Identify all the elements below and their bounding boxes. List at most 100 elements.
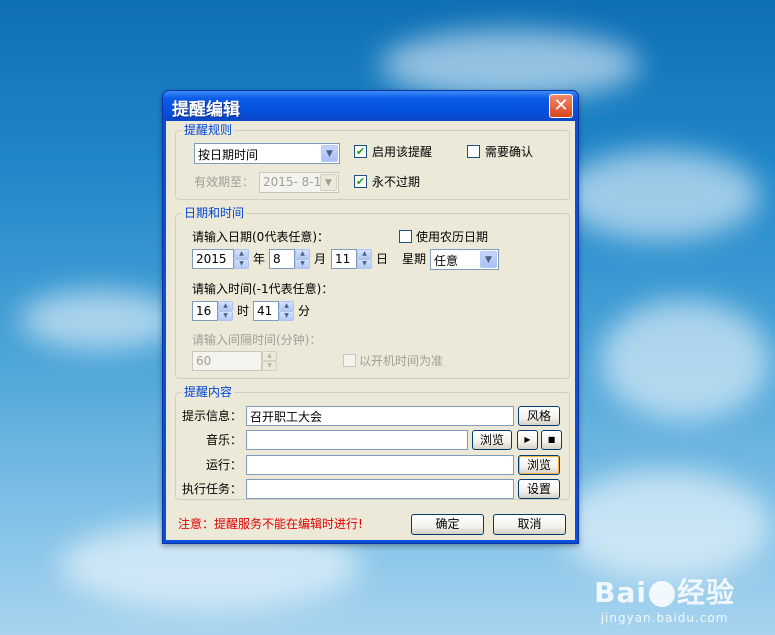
reminder-mode-value: 按日期时间 [198, 148, 259, 162]
weekday-select[interactable]: 任意 ▼ [430, 249, 499, 270]
content-group: 提醒内容 提示信息： 风格 音乐： 浏览 ▶ ■ 运行： 浏览 执行任务： 设置 [175, 385, 570, 500]
task-input[interactable] [247, 480, 513, 498]
cloud [600, 300, 770, 420]
run-browse-button[interactable]: 浏览 [518, 455, 560, 475]
spin-up-icon[interactable]: ▲ [218, 301, 233, 311]
enable-reminder-label[interactable]: 启用该提醒 [372, 144, 432, 160]
cloud [560, 150, 760, 240]
date-prompt-label: 请输入日期(0代表任意)： [192, 230, 329, 244]
month-spinner[interactable]: ▲ ▼ [295, 249, 310, 269]
spin-down-icon[interactable]: ▼ [234, 259, 249, 269]
close-button[interactable]: ✕ [549, 94, 573, 118]
run-input[interactable] [247, 456, 513, 474]
spin-up-icon[interactable]: ▲ [234, 249, 249, 259]
watermark-logo-right: 经验 [676, 576, 735, 609]
spin-up-icon[interactable]: ▲ [357, 249, 372, 259]
interval-input[interactable] [193, 352, 261, 370]
hour-unit-label: 时 [237, 304, 250, 318]
spin-down-icon[interactable]: ▼ [357, 259, 372, 269]
cloud [20, 290, 180, 350]
day-field[interactable] [331, 249, 357, 269]
hour-input[interactable] [193, 302, 217, 320]
year-field[interactable] [192, 249, 234, 269]
style-button[interactable]: 风格 [518, 406, 560, 426]
datetime-group: 日期和时间 请输入日期(0代表任意)： 使用农历日期 ▲▼ 年 ▲▼ 月 ▲▼ … [175, 206, 570, 379]
minute-spinner[interactable]: ▲ ▼ [279, 301, 294, 321]
day-spinner[interactable]: ▲ ▼ [357, 249, 372, 269]
dialog-title: 提醒编辑 [172, 100, 240, 120]
never-expire-label[interactable]: 永不过期 [372, 174, 420, 190]
need-confirm-checkbox[interactable] [467, 145, 480, 158]
spin-down-icon[interactable]: ▼ [279, 311, 294, 321]
hour-field[interactable] [192, 301, 218, 321]
spin-down-icon[interactable]: ▼ [262, 361, 277, 371]
day-input[interactable] [332, 250, 356, 268]
year-input[interactable] [193, 250, 233, 268]
lunar-date-label[interactable]: 使用农历日期 [416, 229, 488, 245]
stop-icon: ■ [547, 435, 556, 444]
rules-group: 提醒规则 按日期时间 ▼ ✔ 启用该提醒 需要确认 有效期至： 2015- 8-… [175, 123, 570, 200]
task-settings-button[interactable]: 设置 [518, 479, 560, 499]
content-group-title: 提醒内容 [182, 385, 235, 399]
month-field[interactable] [269, 249, 295, 269]
day-unit-label: 日 [376, 252, 389, 266]
spin-up-icon[interactable]: ▲ [262, 351, 277, 361]
hour-spinner[interactable]: ▲ ▼ [218, 301, 233, 321]
dialog-client-area: 提醒规则 按日期时间 ▼ ✔ 启用该提醒 需要确认 有效期至： 2015- 8-… [166, 121, 575, 540]
spin-up-icon[interactable]: ▲ [295, 249, 310, 259]
watermark-url: jingyan.baidu.com [600, 611, 729, 625]
title-bar[interactable]: 提醒编辑 ✕ [163, 91, 578, 121]
year-spinner[interactable]: ▲ ▼ [234, 249, 249, 269]
baidu-watermark: Bai 经验 jingyan.baidu.com [594, 571, 735, 625]
message-input[interactable] [247, 407, 513, 425]
valid-until-label: 有效期至： [194, 175, 255, 189]
weekday-value: 任意 [434, 254, 459, 268]
run-field[interactable] [246, 455, 514, 475]
boot-time-checkbox[interactable] [343, 354, 356, 367]
music-input[interactable] [247, 431, 467, 449]
never-expire-checkbox[interactable]: ✔ [354, 175, 367, 188]
play-icon: ▶ [524, 435, 531, 444]
valid-until-date-picker[interactable]: 2015- 8-10 ▼ [259, 172, 339, 193]
baidu-paw-icon [648, 581, 675, 607]
play-button[interactable]: ▶ [517, 430, 538, 450]
time-prompt-label: 请输入时间(-1代表任意)： [192, 282, 334, 296]
minute-field[interactable] [253, 301, 279, 321]
year-unit-label: 年 [253, 252, 266, 266]
music-browse-button[interactable]: 浏览 [472, 430, 512, 450]
lunar-date-checkbox[interactable] [399, 230, 412, 243]
chevron-down-icon[interactable]: ▼ [480, 251, 497, 268]
spin-down-icon[interactable]: ▼ [295, 259, 310, 269]
music-field[interactable] [246, 430, 468, 450]
interval-prompt-label: 请输入间隔时间(分钟)： [192, 333, 322, 347]
chevron-down-icon[interactable]: ▼ [320, 174, 337, 191]
reminder-mode-select[interactable]: 按日期时间 ▼ [194, 143, 340, 164]
task-field[interactable] [246, 479, 514, 499]
close-icon: ✕ [553, 95, 569, 116]
month-unit-label: 月 [314, 252, 327, 266]
month-input[interactable] [270, 250, 294, 268]
message-field[interactable] [246, 406, 514, 426]
ok-button[interactable]: 确定 [411, 514, 484, 535]
cloud [560, 470, 770, 580]
enable-reminder-checkbox[interactable]: ✔ [354, 145, 367, 158]
minute-input[interactable] [254, 302, 278, 320]
reminder-edit-dialog: 提醒编辑 ✕ 提醒规则 按日期时间 ▼ ✔ 启用该提醒 需要确认 有效期至： 2… [162, 90, 579, 544]
stop-button[interactable]: ■ [541, 430, 562, 450]
chevron-down-icon[interactable]: ▼ [321, 145, 338, 162]
boot-time-label[interactable]: 以开机时间为准 [359, 353, 443, 369]
datetime-group-title: 日期和时间 [182, 206, 247, 220]
cancel-button[interactable]: 取消 [493, 514, 566, 535]
spin-up-icon[interactable]: ▲ [279, 301, 294, 311]
interval-spinner[interactable]: ▲ ▼ [262, 351, 277, 371]
rules-group-title: 提醒规则 [182, 123, 235, 137]
weekday-label: 星期 [402, 252, 427, 266]
message-label: 提示信息： [182, 409, 243, 423]
music-label: 音乐： [206, 433, 243, 447]
minute-unit-label: 分 [298, 304, 311, 318]
need-confirm-label[interactable]: 需要确认 [485, 144, 533, 160]
spin-down-icon[interactable]: ▼ [218, 311, 233, 321]
interval-field[interactable] [192, 351, 262, 371]
warning-text: 注意：提醒服务不能在编辑时进行! [178, 517, 363, 531]
task-label: 执行任务： [182, 482, 243, 496]
